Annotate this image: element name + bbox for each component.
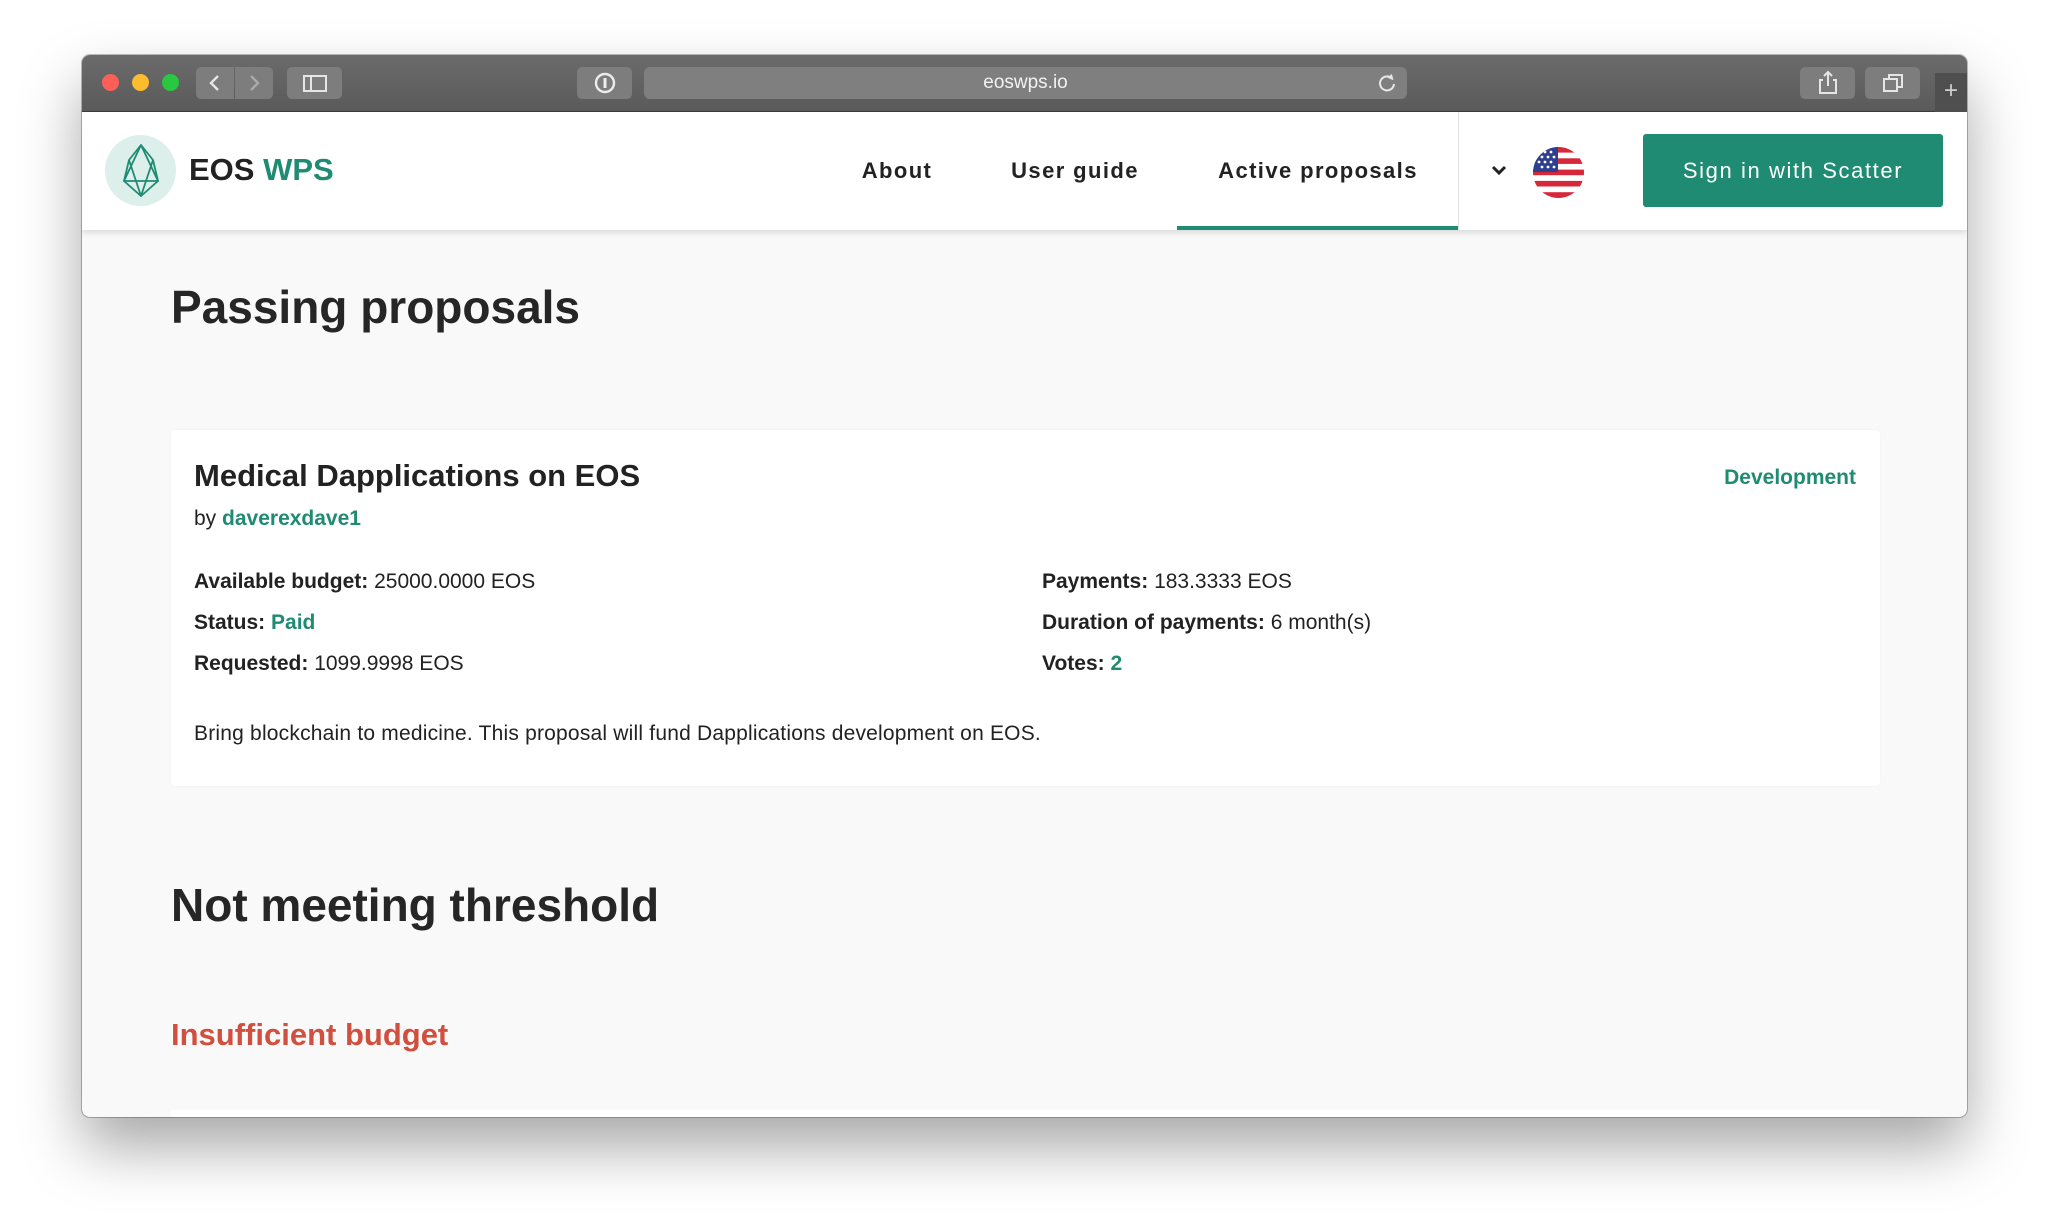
share-button[interactable] [1800,67,1855,99]
show-tabs-button[interactable] [1865,67,1920,99]
brand-name[interactable]: EOS WPS [189,152,334,188]
nav-about[interactable]: About [842,112,952,230]
share-icon [1818,70,1837,94]
proposal-title[interactable]: Medical Dapplications on EOS [194,458,640,494]
nav-active-proposals[interactable]: Active proposals [1177,112,1459,230]
us-flag-icon[interactable] [1533,147,1584,198]
votes-value-link[interactable]: 2 [1110,652,1122,675]
payments-field: Payments: 183.3333 EOS [1042,570,1292,594]
votes-field: Votes: 2 [1042,652,1122,676]
status-field: Status: Paid [194,611,315,635]
chevron-down-icon[interactable] [1490,164,1508,178]
minimize-window-button[interactable] [132,74,149,91]
duration-label: Duration of payments: [1042,611,1265,634]
insufficient-budget-heading: Insufficient budget [171,1017,449,1052]
nav-user-guide[interactable]: User guide [1000,112,1150,230]
eos-logo-icon [123,144,159,197]
requested-value: 1099.9998 EOS [314,652,464,675]
browser-window: eoswps.io + EOS WPS About User guide Act… [82,55,1967,1117]
site-header: EOS WPS About User guide Active proposal… [82,112,1967,230]
back-button[interactable] [196,67,234,99]
available-budget-value: 25000.0000 EOS [374,570,536,593]
requested-label: Requested: [194,652,309,675]
sign-in-scatter-button[interactable]: Sign in with Scatter [1643,134,1943,207]
requested-field: Requested: 1099.9998 EOS [194,652,464,676]
chevron-right-icon [250,75,260,91]
browser-titlebar: eoswps.io + [82,55,1967,112]
close-window-button[interactable] [102,74,119,91]
chevron-left-icon [209,75,219,91]
proposal-byline: by daverexdave1 [194,507,361,531]
not-meeting-threshold-heading: Not meeting threshold [171,879,660,931]
tabs-icon [1882,74,1903,92]
header-divider [1458,112,1459,230]
main-content: Passing proposals Medical Dapplications … [82,230,1967,1117]
votes-label: Votes: [1042,652,1105,675]
proposal-description: Bring blockchain to medicine. This propo… [194,722,1041,745]
available-budget-field: Available budget: 25000.0000 EOS [194,570,535,594]
sidebar-icon [302,75,327,92]
brand-primary: EOS [189,152,255,187]
proposal-author-link[interactable]: daverexdave1 [222,507,361,530]
eos-logo[interactable] [105,135,176,206]
address-bar[interactable]: eoswps.io [644,67,1407,99]
forward-button[interactable] [235,67,273,99]
status-label: Status: [194,611,266,634]
proposal-card[interactable]: Medical Dapplications on EOS Development… [171,430,1880,786]
password-icon [594,72,615,94]
url-text: eoswps.io [983,72,1068,93]
status-value: Paid [271,611,316,634]
brand-accent: WPS [263,152,334,187]
password-manager-button[interactable] [577,67,632,99]
next-proposal-card [171,1110,1880,1117]
duration-field: Duration of payments: 6 month(s) [1042,611,1371,635]
by-prefix: by [194,507,217,530]
new-tab-button[interactable]: + [1935,73,1967,112]
duration-value: 6 month(s) [1270,611,1372,634]
payments-value: 183.3333 EOS [1154,570,1292,593]
reload-icon[interactable] [1377,73,1397,93]
available-budget-label: Available budget: [194,570,369,593]
sidebar-toggle-button[interactable] [287,67,342,99]
zoom-window-button[interactable] [162,74,179,91]
payments-label: Payments: [1042,570,1149,593]
passing-proposals-heading: Passing proposals [171,281,581,333]
proposal-category[interactable]: Development [1724,466,1856,490]
